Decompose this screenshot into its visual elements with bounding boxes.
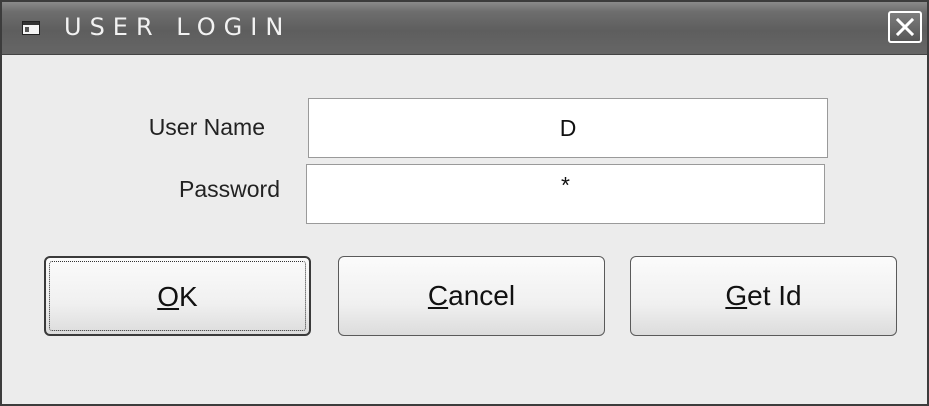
password-input[interactable] — [306, 164, 825, 224]
window-icon — [22, 21, 40, 35]
cancel-mnemonic: C — [427, 280, 449, 311]
ok-button[interactable]: OK — [44, 256, 311, 336]
login-dialog: USER LOGIN User Name Password OK Cancel … — [0, 0, 929, 406]
ok-button-label: OK — [157, 281, 197, 312]
password-label: Password — [179, 176, 280, 202]
get-id-button[interactable]: Get Id — [630, 256, 897, 336]
get-id-mnemonic: G — [725, 280, 748, 311]
cancel-button[interactable]: Cancel — [338, 256, 605, 336]
window-title: USER LOGIN — [64, 13, 292, 41]
ok-label-rest: K — [179, 281, 198, 312]
cancel-label-rest: ancel — [448, 280, 516, 311]
get-id-label-rest: et Id — [747, 280, 802, 311]
get-id-button-label: Get Id — [725, 280, 801, 311]
username-input[interactable] — [308, 98, 828, 158]
username-label: User Name — [148, 114, 265, 140]
title-bar[interactable]: USER LOGIN — [2, 2, 927, 55]
ok-mnemonic: O — [157, 281, 180, 312]
close-button[interactable] — [888, 11, 922, 43]
cancel-button-label: Cancel — [428, 280, 515, 311]
